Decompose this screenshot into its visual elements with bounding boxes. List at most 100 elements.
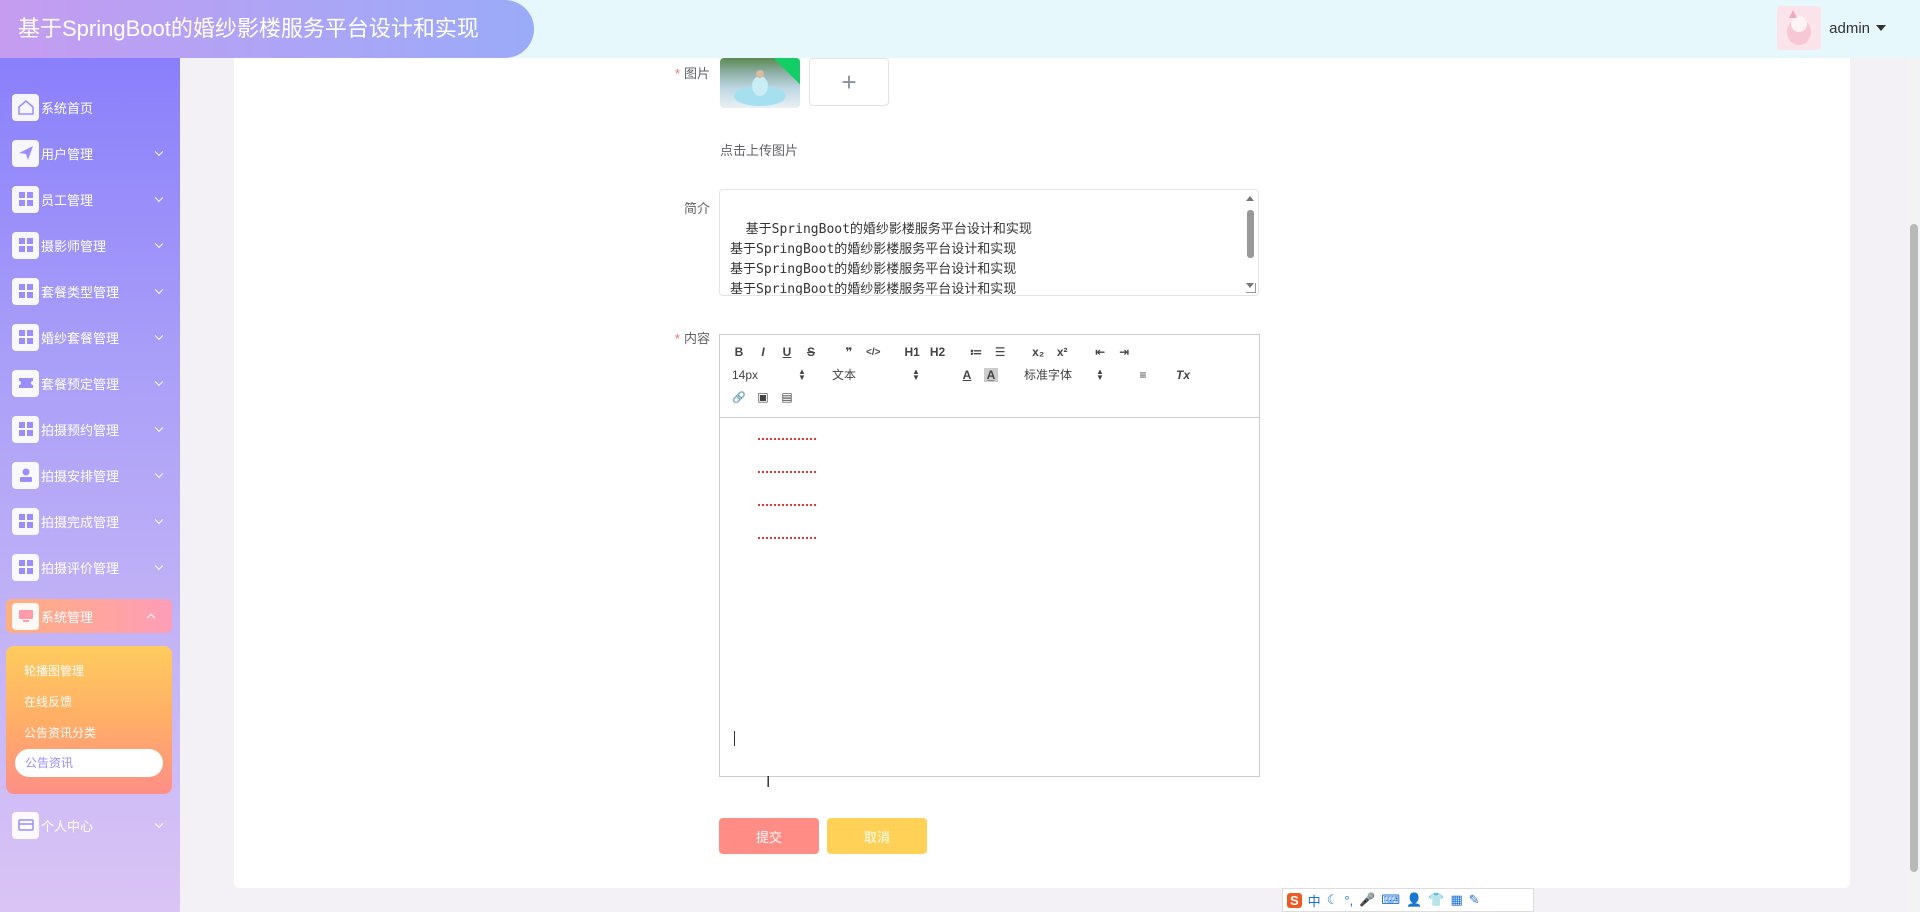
h1-button[interactable]: H1 <box>904 345 919 359</box>
ime-mode[interactable]: 中 <box>1308 891 1321 910</box>
font-size-select[interactable]: 14px ▲ ▼ <box>732 366 808 382</box>
sidebar-item-label: 系统管理 <box>41 609 94 625</box>
sidebar-item-shoot-complete[interactable]: 拍摄完成管理 <box>0 500 180 542</box>
sidebar-item-profile[interactable]: 个人中心 <box>0 804 180 846</box>
sidebar-item-label: 拍摄完成管理 <box>41 514 120 530</box>
grid-icon <box>12 231 39 259</box>
sidebar-item-shoot-schedule[interactable]: 拍摄安排管理 <box>0 454 180 496</box>
upload-tip: 点击上传图片 <box>720 143 799 158</box>
shirt-icon[interactable]: 👕 <box>1428 892 1444 908</box>
textarea-scrollbar[interactable] <box>1244 192 1256 292</box>
sidebar-item-photographer[interactable]: 摄影师管理 <box>0 224 180 266</box>
chevron-down-icon <box>154 819 164 829</box>
outdent-button[interactable]: ⇤ <box>1093 345 1107 359</box>
font-color-button[interactable]: A <box>960 368 974 382</box>
monitor-icon <box>12 602 39 630</box>
italic-button[interactable]: I <box>756 345 770 359</box>
submenu-item-feedback[interactable]: 在线反馈 <box>6 687 172 718</box>
indent-button[interactable]: ⇥ <box>1117 345 1131 359</box>
upload-add-button[interactable]: + <box>809 58 889 106</box>
sidebar-item-shoot-review[interactable]: 拍摄评价管理 <box>0 546 180 588</box>
cancel-button[interactable]: 取消 <box>827 818 927 854</box>
image-label: * 图片 <box>610 63 710 82</box>
sidebar-item-shoot-reservation[interactable]: 拍摄预约管理 <box>0 408 180 450</box>
submenu-item-news[interactable]: 公告资讯 <box>15 749 163 777</box>
sogou-logo-icon[interactable]: S <box>1287 892 1302 908</box>
avatar[interactable] <box>1777 6 1822 50</box>
required-mark: * <box>674 66 680 81</box>
ordered-list-button[interactable]: ≔ <box>969 345 983 359</box>
select-arrows-icon: ▲ ▼ <box>912 366 920 382</box>
spellcheck-underline <box>758 533 816 539</box>
code-block-button[interactable]: </> <box>866 347 880 358</box>
strike-button[interactable]: S <box>804 345 818 359</box>
sidebar-item-wedding-package[interactable]: 婚纱套餐管理 <box>0 316 180 358</box>
intro-textarea[interactable]: 基于SpringBoot的婚纱影楼服务平台设计和实现 基于SpringBoot的… <box>719 189 1259 296</box>
h2-button[interactable]: H2 <box>930 345 945 359</box>
chevron-down-icon[interactable] <box>1876 25 1886 31</box>
sidebar-item-package-booking[interactable]: 套餐预定管理 <box>0 362 180 404</box>
blockquote-button[interactable]: ❞ <box>842 345 856 359</box>
align-button[interactable]: ≡ <box>1136 368 1150 382</box>
scroll-thumb[interactable] <box>1247 210 1254 258</box>
tools-icon[interactable]: ✎ <box>1469 892 1480 908</box>
sidebar-item-label: 摄影师管理 <box>41 238 107 254</box>
bold-button[interactable]: B <box>732 345 746 359</box>
paper-plane-icon <box>12 139 39 167</box>
chevron-up-icon <box>146 613 156 623</box>
card-icon <box>12 811 39 839</box>
username[interactable]: admin <box>1829 20 1870 37</box>
sidebar-item-staff[interactable]: 员工管理 <box>0 178 180 220</box>
moon-icon[interactable]: ☾ <box>1327 892 1339 908</box>
user-menu[interactable]: admin <box>1777 6 1886 50</box>
grid-icon <box>12 185 39 213</box>
chevron-down-icon <box>154 193 164 203</box>
sidebar-item-users[interactable]: 用户管理 <box>0 132 180 174</box>
toolbar-row-1: B I U S ❞ </> H1 H2 ≔ ☰ x₂ x² ⇤ ⇥ <box>732 345 1141 359</box>
microphone-icon[interactable]: 🎤 <box>1359 892 1375 908</box>
page-scrollbar[interactable] <box>1908 58 1920 912</box>
user-icon <box>12 461 39 489</box>
background-color-button[interactable]: A̲ <box>984 367 998 382</box>
sidebar-item-label: 拍摄预约管理 <box>41 422 120 438</box>
sidebar-item-label: 用户管理 <box>41 146 94 162</box>
font-size-value: 14px <box>732 367 759 382</box>
editor-content[interactable] <box>720 418 1259 776</box>
underline-button[interactable]: U <box>780 345 794 359</box>
user-icon[interactable]: 👤 <box>1406 892 1422 908</box>
superscript-button[interactable]: x² <box>1055 345 1069 359</box>
sidebar-item-system[interactable]: 系统管理 <box>6 599 172 633</box>
content-label: * 内容 <box>610 328 710 347</box>
block-format-select[interactable]: 文本 ▲ ▼ <box>832 366 940 383</box>
link-button[interactable]: 🔗 <box>732 391 746 404</box>
rich-text-editor[interactable]: B I U S ❞ </> H1 H2 ≔ ☰ x₂ x² ⇤ ⇥ 14px ▲ ▼… <box>719 334 1260 777</box>
spellcheck-underline <box>758 467 816 473</box>
sidebar-item-label: 套餐类型管理 <box>41 284 120 300</box>
home-icon <box>12 93 39 121</box>
submenu-item-carousel[interactable]: 轮播图管理 <box>6 656 172 687</box>
editor-toolbar: B I U S ❞ </> H1 H2 ≔ ☰ x₂ x² ⇤ ⇥ 14px ▲ ▼… <box>720 335 1259 418</box>
uploaded-image-thumbnail[interactable] <box>720 58 800 108</box>
toolbar-row-2: 14px ▲ ▼ 文本 ▲ ▼ A A̲ 标准字体 ▲ ▼ ≡ Tx <box>732 366 1200 383</box>
font-family-select[interactable]: 标准字体 ▲ ▼ <box>1024 366 1132 383</box>
bullet-list-button[interactable]: ☰ <box>993 345 1007 359</box>
submit-button[interactable]: 提交 <box>719 818 819 854</box>
subscript-button[interactable]: x₂ <box>1031 345 1045 359</box>
resize-handle-icon[interactable] <box>1246 283 1256 293</box>
punctuation-icon[interactable]: °, <box>1344 893 1353 908</box>
plus-icon: + <box>841 66 857 97</box>
clear-format-button[interactable]: Tx <box>1176 368 1190 382</box>
select-arrows-icon: ▲ ▼ <box>798 366 806 382</box>
video-button[interactable]: ▤ <box>780 390 794 404</box>
sidebar-item-package-type[interactable]: 套餐类型管理 <box>0 270 180 312</box>
keyboard-icon[interactable]: ⌨ <box>1381 892 1400 908</box>
scroll-up-icon[interactable] <box>1246 196 1254 201</box>
intro-text[interactable]: 基于SpringBoot的婚纱影楼服务平台设计和实现 基于SpringBoot的… <box>730 222 1032 295</box>
sidebar-item-home[interactable]: 系统首页 <box>0 86 180 128</box>
image-button[interactable]: ▣ <box>756 390 770 404</box>
chevron-down-icon <box>154 423 164 433</box>
page-scroll-thumb[interactable] <box>1910 224 1918 872</box>
spellcheck-underline <box>758 434 816 440</box>
submenu-item-news-category[interactable]: 公告资讯分类 <box>6 718 172 749</box>
apps-icon[interactable]: ▦ <box>1450 892 1462 908</box>
